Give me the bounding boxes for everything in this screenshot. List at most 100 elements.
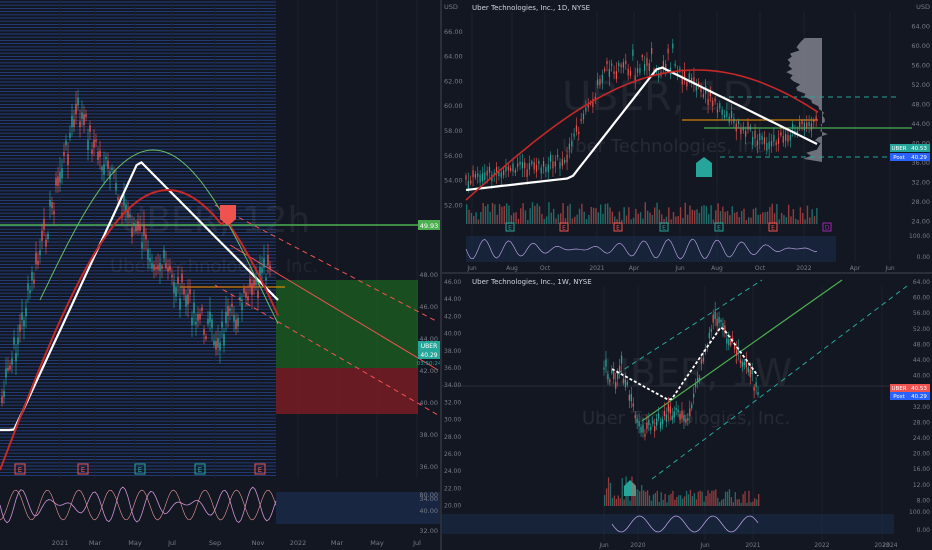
volume-bar — [583, 211, 585, 224]
volume-bar — [581, 203, 583, 224]
candle-body — [787, 135, 789, 142]
candle-body — [667, 404, 669, 412]
candle-body — [613, 371, 615, 380]
volume-bar — [730, 497, 733, 506]
volume-bar — [693, 493, 695, 506]
earnings-marker-label: D — [825, 225, 830, 232]
pane-divider-vertical[interactable] — [440, 0, 442, 550]
volume-bar — [790, 216, 792, 224]
volume-bar — [560, 213, 562, 224]
volume-bar — [611, 211, 614, 224]
volume-bar — [557, 214, 560, 224]
candle-body — [233, 314, 235, 322]
candle-body — [61, 168, 63, 179]
volume-bar — [482, 202, 484, 224]
candle-body — [243, 288, 245, 293]
volume-bar — [745, 219, 748, 224]
chart-title: Uber Technologies, Inc., 1W, NYSE — [472, 278, 592, 286]
candle-body — [223, 334, 225, 346]
candle-body — [533, 162, 535, 170]
volume-bar — [771, 203, 773, 224]
volume-bar — [670, 219, 672, 224]
y-right-axis-label: 64.00 — [911, 23, 930, 31]
y-left-axis-label: 44.00 — [444, 296, 461, 303]
volume-bar — [635, 208, 637, 224]
volume-bar — [780, 212, 783, 224]
volume-bar — [625, 215, 628, 224]
chart-1w-canvas[interactable]: Uber Technologies, Inc., 1W, NYSE UBER, 1… — [442, 274, 932, 550]
volume-bar — [491, 203, 494, 224]
x-axis-label: 2022 — [796, 265, 811, 272]
candle-body — [247, 296, 249, 301]
volume-bar — [531, 202, 534, 224]
candle-body — [229, 308, 231, 312]
candle-body — [582, 113, 585, 120]
y-left-axis-label: 38.00 — [444, 348, 461, 355]
volume-bar — [715, 489, 717, 506]
candle-body — [165, 263, 167, 269]
candle-body — [3, 390, 5, 398]
candle-body — [215, 341, 217, 350]
volume-bar — [487, 204, 489, 224]
candle-body — [237, 317, 239, 327]
x-axis-label: Oct — [755, 265, 766, 272]
earnings-marker-label: E — [81, 466, 85, 474]
chart-12h-canvas[interactable]: UBER, 12h Uber Technologies, Inc. E E E E E 48.… — [0, 0, 440, 550]
candle-body — [95, 139, 97, 142]
x-axis-label: Aug — [711, 265, 723, 272]
chart-pane-1w[interactable]: Uber Technologies, Inc., 1W, NYSE UBER, 1… — [442, 274, 932, 550]
candle-body — [773, 135, 775, 142]
volume-bar — [698, 212, 701, 224]
y-right-axis-label: 12.00 — [913, 482, 930, 489]
candle-body — [768, 141, 770, 150]
y-right-axis-label: 24.00 — [913, 435, 930, 442]
volume-bar — [728, 489, 731, 506]
volume-bar — [517, 218, 520, 224]
volume-bar — [691, 209, 693, 224]
volume-bar — [595, 208, 597, 224]
chart-pane-12h[interactable]: UBER, 12h Uber Technologies, Inc. E E E E E 48.… — [0, 0, 440, 550]
volume-bar — [724, 211, 726, 224]
pane-divider-horizontal[interactable] — [442, 272, 932, 274]
candle-body — [65, 140, 67, 146]
candle-body — [552, 161, 554, 169]
volume-bar — [721, 499, 723, 506]
volume-bar — [687, 494, 690, 506]
y-axis-label: 40.00 — [419, 399, 438, 407]
x-axis-label: Oct — [540, 265, 551, 272]
candle-body — [486, 170, 488, 176]
earnings-marker-label: E — [662, 225, 666, 232]
volume-bar — [498, 204, 501, 224]
candle-body — [564, 159, 566, 163]
x-axis-label: May — [370, 539, 384, 547]
chart-pane-1d[interactable]: Uber Technologies, Inc., 1D, NYSE UBER, 1… — [442, 0, 932, 272]
candle-body — [557, 154, 559, 158]
volume-bar — [733, 212, 736, 224]
volume-bar — [654, 207, 656, 224]
candle-body — [677, 409, 679, 413]
volume-bar — [759, 214, 762, 224]
candle-body — [89, 125, 91, 132]
level-price-text: 49.93 — [420, 222, 439, 230]
chart-1d-canvas[interactable]: Uber Technologies, Inc., 1D, NYSEUBER, 1… — [442, 0, 932, 272]
candle-body — [25, 307, 27, 317]
earnings-marker-label: E — [258, 466, 262, 474]
candle-body — [542, 161, 545, 167]
volume-bar — [708, 214, 710, 224]
candle-body — [714, 98, 716, 102]
volume-bar — [607, 477, 610, 506]
candle-body — [57, 176, 59, 186]
y-right-axis-label: 64.00 — [913, 279, 930, 286]
volume-bar — [538, 206, 541, 224]
candle-body — [738, 121, 740, 125]
candle-body — [73, 119, 75, 127]
volume-bar — [783, 215, 785, 224]
x-axis-label: Aug — [506, 265, 518, 272]
candle-body — [524, 162, 526, 169]
candle-body — [19, 324, 21, 332]
y-left-axis-label: 42.00 — [444, 313, 461, 320]
candle-body — [101, 166, 103, 171]
volume-bar — [689, 205, 691, 224]
candle-body — [535, 165, 538, 172]
volume-bar — [660, 492, 662, 506]
